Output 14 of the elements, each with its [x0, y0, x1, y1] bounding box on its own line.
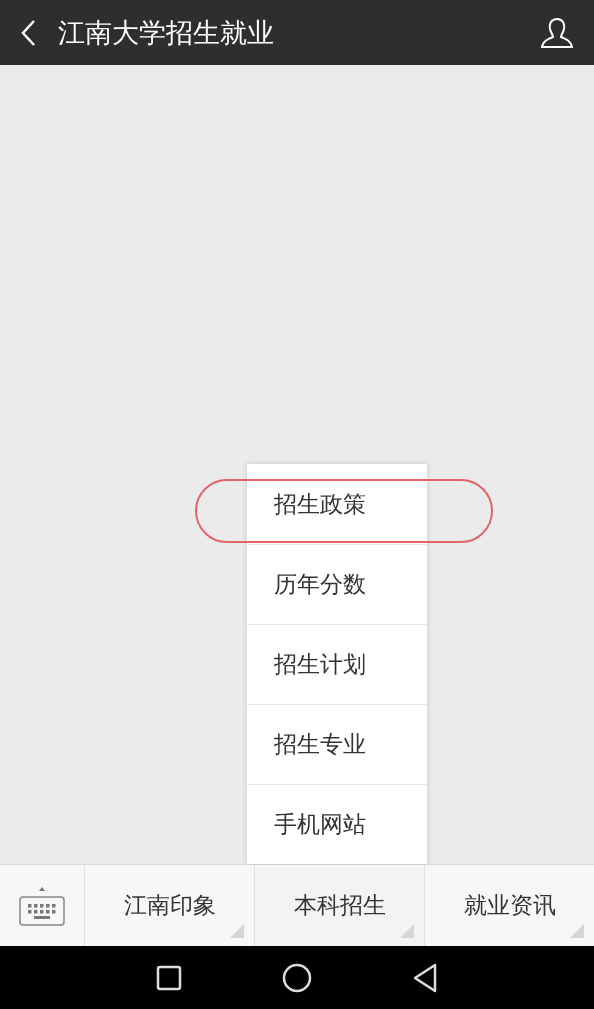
corner-triangle-icon: [400, 924, 414, 938]
menu-tab[interactable]: 本科招生: [255, 865, 425, 946]
corner-triangle-icon: [570, 924, 584, 938]
submenu-item[interactable]: 招生政策: [247, 464, 427, 544]
back-nav-icon[interactable]: [412, 962, 438, 993]
submenu-item[interactable]: 历年分数: [247, 544, 427, 624]
submenu-item[interactable]: 招生计划: [247, 624, 427, 704]
profile-icon[interactable]: [540, 16, 574, 49]
home-icon[interactable]: [282, 962, 312, 993]
corner-triangle-icon: [230, 924, 244, 938]
submenu-item[interactable]: 招生专业: [247, 704, 427, 784]
recents-icon[interactable]: [156, 964, 182, 991]
header-title: 江南大学招生就业: [58, 15, 275, 50]
back-icon[interactable]: [20, 18, 36, 47]
